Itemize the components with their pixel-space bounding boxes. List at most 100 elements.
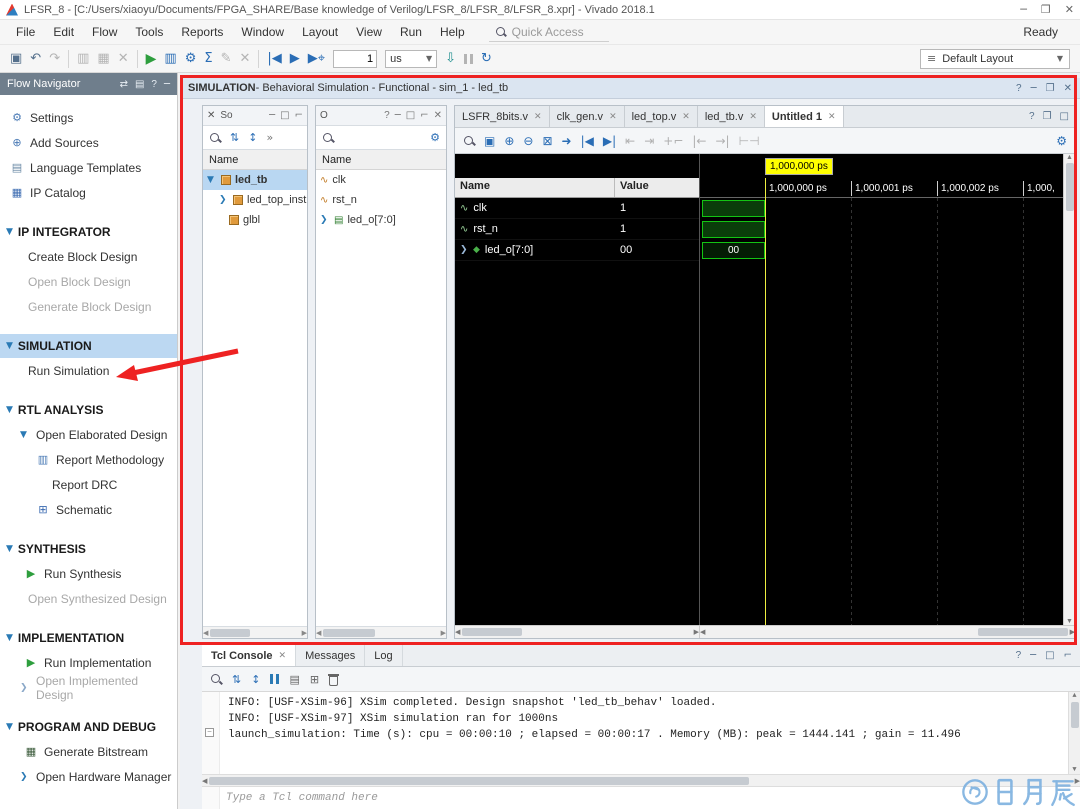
scroll-right-icon[interactable]: ▶ bbox=[694, 628, 699, 636]
menu-run[interactable]: Run bbox=[392, 22, 430, 42]
tab-led-top[interactable]: led_top.v ✕ bbox=[625, 106, 698, 127]
swap-cursor-icon[interactable]: ⊢⊣ bbox=[739, 135, 760, 147]
settings-gear-icon[interactable]: ⚙ bbox=[185, 52, 197, 65]
wave-row-rst-n[interactable]: ∿ rst_n 1 bbox=[455, 219, 699, 240]
close-tab-icon[interactable]: ✕ bbox=[534, 112, 542, 122]
console-hscrollbar[interactable]: ◀ ▶ bbox=[202, 774, 1080, 786]
help-icon[interactable]: ? bbox=[151, 79, 157, 90]
sidebar-item-run-implementation[interactable]: ▶ Run Implementation bbox=[0, 650, 177, 675]
menu-help[interactable]: Help bbox=[432, 22, 473, 42]
sidebar-section-rtl-analysis[interactable]: ▼ RTL ANALYSIS bbox=[0, 398, 177, 422]
sidebar-item-schematic[interactable]: ⊞ Schematic bbox=[0, 497, 177, 522]
help-icon[interactable]: ? bbox=[1016, 650, 1022, 661]
sidebar-item-report-methodology[interactable]: ▥ Report Methodology bbox=[0, 447, 177, 472]
tab-lsfr-8bits[interactable]: LSFR_8bits.v ✕ bbox=[455, 106, 550, 127]
console-vscrollbar[interactable]: ▲ ▼ bbox=[1068, 692, 1080, 774]
minimize-panel-icon[interactable]: ─ bbox=[164, 79, 170, 90]
tab-messages[interactable]: Messages bbox=[296, 645, 365, 666]
menu-view[interactable]: View bbox=[348, 22, 390, 42]
clear-console-icon[interactable] bbox=[329, 676, 338, 686]
scrollbar-thumb[interactable] bbox=[1071, 702, 1079, 728]
close-icon[interactable]: ✕ bbox=[1065, 3, 1074, 16]
sidebar-section-simulation[interactable]: ▼ SIMULATION bbox=[0, 334, 177, 358]
go-to-start-icon[interactable]: |◀ bbox=[581, 135, 594, 147]
next-marker-icon[interactable]: →| bbox=[716, 135, 730, 147]
close-tab-icon[interactable]: ✕ bbox=[682, 112, 690, 122]
close-tab-icon[interactable]: ✕ bbox=[828, 112, 836, 122]
edit-icon[interactable]: ✎ bbox=[221, 52, 232, 65]
scroll-right-icon[interactable]: ▶ bbox=[302, 629, 307, 637]
scrollbar-thumb[interactable] bbox=[209, 777, 749, 785]
zoom-in-icon[interactable]: ⊕ bbox=[504, 135, 514, 147]
scope-hscrollbar[interactable]: ◀ ▶ bbox=[203, 626, 307, 638]
relaunch-icon[interactable]: ↻ bbox=[481, 52, 492, 65]
go-to-cursor-icon[interactable]: ➜ bbox=[562, 135, 572, 147]
expand-all-icon[interactable]: ⇅ bbox=[232, 673, 241, 686]
help-icon[interactable]: ? bbox=[1029, 111, 1035, 122]
minimize-panel-icon[interactable]: ─ bbox=[395, 110, 401, 121]
menu-window[interactable]: Window bbox=[233, 22, 292, 42]
overflow-icon[interactable]: » bbox=[266, 131, 273, 144]
sidebar-section-program-and-debug[interactable]: ▼ PROGRAM AND DEBUG bbox=[0, 715, 177, 739]
previous-transition-icon[interactable]: ⇤ bbox=[625, 135, 635, 147]
scope-item-glbl[interactable]: glbl bbox=[203, 210, 307, 230]
save-icon[interactable]: ▣ bbox=[10, 52, 22, 65]
wave-name-column-header[interactable]: Name bbox=[455, 178, 615, 197]
sim-run-all-icon[interactable]: ▶ bbox=[290, 52, 300, 65]
wave-row-led-o[interactable]: ❯ ◆ led_o[7:0] 00 bbox=[455, 240, 699, 261]
sidebar-item-language-templates[interactable]: ▤ Language Templates bbox=[0, 155, 177, 180]
collapse-all-icon[interactable]: ↕ bbox=[248, 131, 257, 144]
tcl-command-input[interactable] bbox=[220, 792, 1080, 804]
gear-icon[interactable]: ⚙ bbox=[430, 131, 440, 144]
scrollbar-thumb[interactable] bbox=[462, 628, 522, 636]
sidebar-item-ip-catalog[interactable]: ▦ IP Catalog bbox=[0, 180, 177, 205]
scroll-up-icon[interactable]: ▲ bbox=[1066, 154, 1073, 161]
quick-access-search[interactable]: Quick Access bbox=[489, 23, 609, 42]
scrollbar-thumb[interactable] bbox=[978, 628, 1068, 636]
fold-marker-icon[interactable]: − bbox=[205, 728, 214, 737]
object-item-rst-n[interactable]: ∿ rst_n bbox=[316, 190, 446, 210]
float-panel-icon[interactable]: ⌐ bbox=[1064, 650, 1072, 661]
maximize-panel-icon[interactable]: □ bbox=[1060, 111, 1069, 122]
sidebar-item-report-drc[interactable]: Report DRC bbox=[0, 472, 177, 497]
copy-icon[interactable]: ▥ bbox=[77, 52, 89, 65]
scroll-left-icon[interactable]: ◀ bbox=[316, 629, 321, 637]
wave-vscrollbar[interactable]: ▲ ▼ bbox=[1063, 154, 1075, 625]
float-panel-icon[interactable]: ⌐ bbox=[295, 110, 303, 121]
wave-value-column-header[interactable]: Value bbox=[615, 178, 699, 197]
sidebar-item-open-hardware-manager[interactable]: ❯ Open Hardware Manager bbox=[0, 764, 177, 789]
wave-plot-area[interactable]: 1,000,000 ps 1,000,000 ps 1,000,001 ps 1… bbox=[700, 154, 1075, 625]
scroll-left-icon[interactable]: ◀ bbox=[455, 628, 460, 636]
zoom-out-icon[interactable]: ⊖ bbox=[523, 135, 533, 147]
sim-step-icon[interactable]: ⇩ bbox=[445, 52, 456, 65]
sidebar-item-generate-bitstream[interactable]: ▦ Generate Bitstream bbox=[0, 739, 177, 764]
word-wrap-icon[interactable]: ⊞ bbox=[310, 673, 319, 686]
close-panel-icon[interactable]: ✕ bbox=[1064, 83, 1072, 94]
search-icon[interactable] bbox=[322, 132, 334, 144]
object-item-led-o[interactable]: ❯ ▤ led_o[7:0] bbox=[316, 210, 446, 230]
expand-all-icon[interactable]: ⇅ bbox=[230, 131, 239, 144]
menu-edit[interactable]: Edit bbox=[45, 22, 82, 42]
scroll-down-icon[interactable]: ▼ bbox=[1072, 766, 1076, 774]
tab-log[interactable]: Log bbox=[365, 645, 402, 666]
cancel-icon[interactable]: ✕ bbox=[239, 52, 250, 65]
menu-tools[interactable]: Tools bbox=[127, 22, 171, 42]
sidebar-item-run-synthesis[interactable]: ▶ Run Synthesis bbox=[0, 561, 177, 586]
menu-reports[interactable]: Reports bbox=[173, 22, 231, 42]
close-tab-icon[interactable]: ✕ bbox=[279, 651, 287, 661]
next-transition-icon[interactable]: ⇥ bbox=[644, 135, 654, 147]
sum-icon[interactable]: Σ bbox=[204, 52, 212, 65]
scroll-right-icon[interactable]: ▶ bbox=[441, 629, 446, 637]
menu-layout[interactable]: Layout bbox=[294, 22, 346, 42]
sim-restart-icon[interactable]: |◀ bbox=[267, 52, 281, 65]
layout-selector[interactable]: ≡ Default Layout ▼ bbox=[920, 49, 1070, 69]
close-tab-icon[interactable]: ✕ bbox=[749, 112, 757, 122]
wave-hscrollbar[interactable]: ◀ ▶ ◀ ▶ bbox=[455, 625, 1075, 638]
menu-flow[interactable]: Flow bbox=[84, 22, 125, 42]
chevron-right-icon[interactable]: ❯ bbox=[320, 215, 330, 225]
tab-tcl-console[interactable]: Tcl Console ✕ bbox=[202, 645, 296, 666]
redo-icon[interactable]: ↷ bbox=[49, 52, 60, 65]
tab-led-tb[interactable]: led_tb.v ✕ bbox=[698, 106, 765, 127]
undo-icon[interactable]: ↶ bbox=[30, 52, 41, 65]
wave-canvas[interactable]: 00 bbox=[700, 198, 1063, 625]
